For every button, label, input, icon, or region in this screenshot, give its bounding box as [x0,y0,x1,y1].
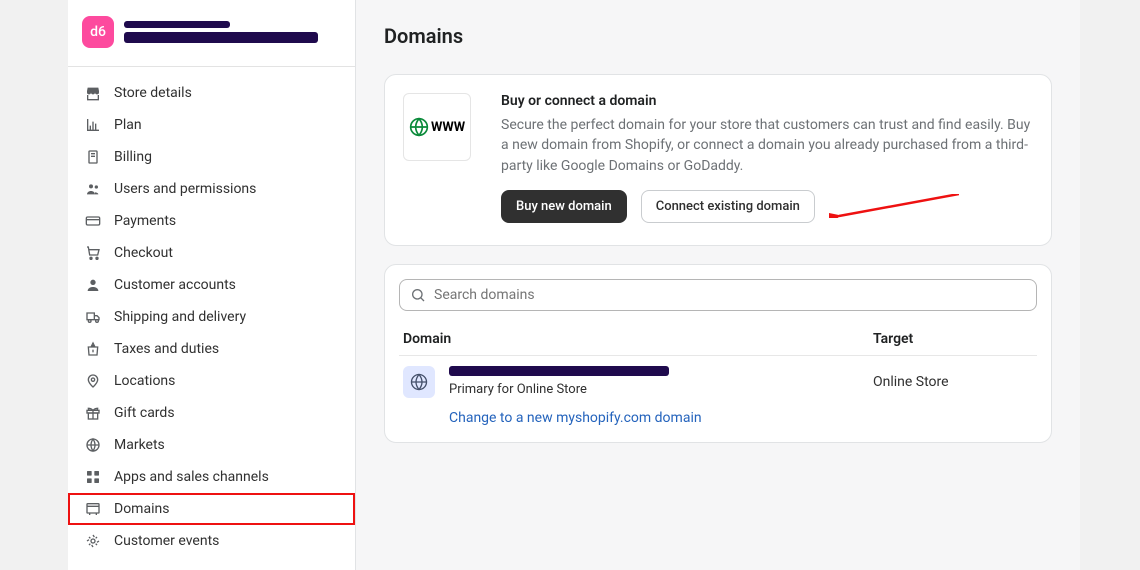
billing-icon [84,148,102,166]
domains-icon [84,500,102,518]
table-header: Domain Target [399,325,1037,355]
sidebar-item-locations[interactable]: Locations [68,365,355,397]
th-target: Target [873,331,1033,347]
sidebar-item-domains[interactable]: Domains [68,493,355,525]
cart-icon [84,244,102,262]
row-target: Online Store [873,366,1033,390]
buy-new-domain-button[interactable]: Buy new domain [501,190,627,223]
www-icon: WWW [409,117,465,137]
domains-list-card: Domain Target Primary for Online Store C… [384,264,1052,443]
truck-icon [84,308,102,326]
sidebar-item-taxes-and-duties[interactable]: Taxes and duties [68,333,355,365]
connect-existing-domain-button[interactable]: Connect existing domain [641,190,815,223]
sidebar-item-label: Store details [114,85,192,101]
card-title: Buy or connect a domain [501,93,1033,109]
main-content: Domains WWW Buy or connect a domain Secu… [356,0,1080,570]
sidebar-item-label: Taxes and duties [114,341,219,357]
sidebar-item-store-details[interactable]: Store details [68,77,355,109]
change-domain-link[interactable]: Change to a new myshopify.com domain [449,410,702,426]
buy-connect-domain-card: WWW Buy or connect a domain Secure the p… [384,74,1052,246]
card-description: Secure the perfect domain for your store… [501,115,1033,176]
store-switcher[interactable]: d6 [68,0,355,67]
sidebar-item-label: Payments [114,213,176,229]
sidebar-item-label: Customer events [114,533,219,549]
chart-icon [84,116,102,134]
sidebar-item-apps-and-sales-channels[interactable]: Apps and sales channels [68,461,355,493]
apps-icon [84,468,102,486]
domain-name-redacted [449,366,669,376]
search-icon [410,287,426,303]
sidebar-item-users-and-permissions[interactable]: Users and permissions [68,173,355,205]
sidebar-item-label: Billing [114,149,152,165]
pin-icon [84,372,102,390]
events-icon [84,532,102,550]
money-icon [84,340,102,358]
primary-label: Primary for Online Store [449,382,859,397]
www-icon-slot: WWW [403,93,471,161]
sidebar-item-label: Shipping and delivery [114,309,246,325]
sidebar-item-label: Markets [114,437,165,453]
sidebar-item-label: Checkout [114,245,173,261]
globe-icon [84,436,102,454]
sidebar-item-customer-events[interactable]: Customer events [68,525,355,557]
settings-sidebar: d6 Store details Plan Billing Users and per… [68,0,356,570]
gift-icon [84,404,102,422]
search-domains-input-wrap[interactable] [399,279,1037,311]
sidebar-item-label: Plan [114,117,142,133]
sidebar-item-customer-accounts[interactable]: Customer accounts [68,269,355,301]
sidebar-item-label: Users and permissions [114,181,256,197]
sidebar-item-billing[interactable]: Billing [68,141,355,173]
sidebar-item-gift-cards[interactable]: Gift cards [68,397,355,429]
search-domains-input[interactable] [434,287,1026,303]
sidebar-item-markets[interactable]: Markets [68,429,355,461]
globe-icon [403,366,435,398]
sidebar-item-label: Customer accounts [114,277,236,293]
store-avatar: d6 [82,16,114,48]
sidebar-item-plan[interactable]: Plan [68,109,355,141]
sidebar-item-payments[interactable]: Payments [68,205,355,237]
sidebar-item-checkout[interactable]: Checkout [68,237,355,269]
domain-row[interactable]: Primary for Online Store Change to a new… [399,355,1037,436]
users-icon [84,180,102,198]
sidebar-item-label: Locations [114,373,175,389]
th-domain: Domain [403,331,451,347]
person-icon [84,276,102,294]
sidebar-item-label: Apps and sales channels [114,469,269,485]
sidebar-item-label: Gift cards [114,405,175,421]
payments-icon [84,212,102,230]
store-name-redacted [124,21,318,43]
sidebar-item-label: Domains [114,501,169,517]
sidebar-item-shipping-and-delivery[interactable]: Shipping and delivery [68,301,355,333]
page-title: Domains [384,24,1052,48]
annotation-arrow [829,194,959,218]
store-icon [84,84,102,102]
